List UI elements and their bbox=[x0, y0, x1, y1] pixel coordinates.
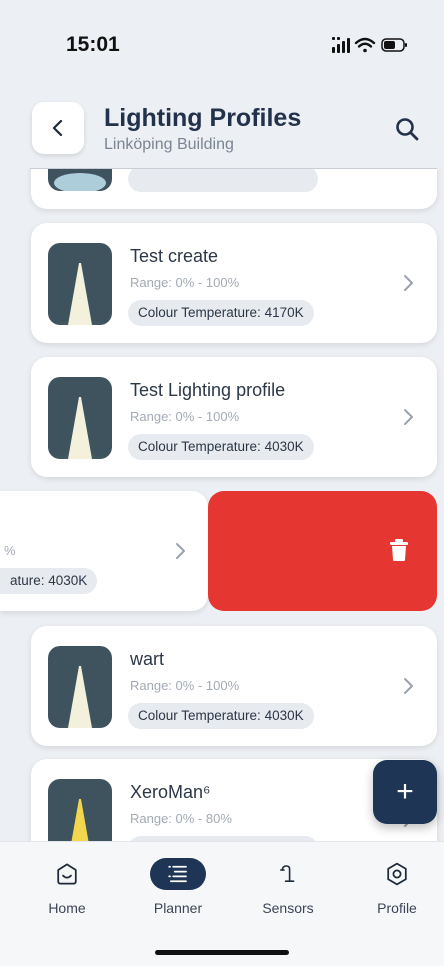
profile-thumbnail bbox=[48, 377, 112, 459]
profile-name: XeroMan⁶ bbox=[130, 782, 211, 802]
tab-home[interactable]: Home bbox=[22, 858, 112, 928]
status-icons bbox=[332, 37, 407, 53]
profile-temp-badge: Colour Temperature: 4030K bbox=[128, 434, 314, 460]
chevron-right-icon bbox=[176, 543, 185, 559]
profile-card[interactable]: wart Range: 0% - 100% Colour Temperature… bbox=[31, 626, 437, 746]
home-icon bbox=[57, 863, 77, 885]
profile-thumbnail bbox=[48, 779, 112, 841]
wifi-icon bbox=[354, 37, 376, 53]
home-indicator bbox=[155, 950, 289, 955]
profile-range: Range: 0% - 80% bbox=[130, 811, 232, 826]
profile-thumbnail bbox=[48, 646, 112, 728]
add-profile-button[interactable]: + bbox=[373, 760, 437, 824]
profile-card[interactable]: Test create Range: 0% - 100% Colour Temp… bbox=[31, 223, 437, 343]
tab-sensors[interactable]: Sensors bbox=[243, 858, 333, 928]
profile-icon bbox=[387, 862, 407, 886]
tab-label: Home bbox=[48, 900, 86, 916]
profile-thumbnail bbox=[48, 243, 112, 325]
profile-range: Range: 0% - 100% bbox=[130, 409, 240, 424]
search-icon[interactable] bbox=[393, 115, 423, 145]
tab-planner[interactable]: Planner bbox=[133, 858, 223, 928]
battery-icon bbox=[381, 38, 407, 52]
status-bar: 15:01 bbox=[0, 0, 444, 90]
page-title: Lighting Profiles bbox=[104, 104, 302, 132]
tab-label: Sensors bbox=[262, 900, 314, 916]
profile-temp-badge: Colour Temperature: 4170K bbox=[128, 300, 314, 326]
profile-range: % bbox=[4, 543, 16, 558]
tab-label: Planner bbox=[153, 900, 203, 916]
profile-temp-badge: Colour Temperature: 4030K bbox=[128, 703, 314, 729]
tab-profile[interactable]: Profile bbox=[352, 858, 442, 928]
page-subtitle: Linköping Building bbox=[104, 136, 234, 153]
profile-name: Test Lighting profile bbox=[130, 380, 286, 400]
sensors-icon bbox=[280, 865, 295, 882]
profile-card-swiped[interactable]: % ature: 4030K bbox=[0, 491, 208, 611]
trash-icon bbox=[390, 539, 408, 561]
delete-action[interactable] bbox=[208, 491, 437, 611]
tab-label: Profile bbox=[377, 900, 417, 916]
back-button[interactable] bbox=[32, 102, 84, 154]
cellular-signal-icon bbox=[332, 37, 350, 53]
plus-icon: + bbox=[396, 775, 414, 808]
chevron-right-icon bbox=[404, 409, 413, 425]
profile-card-partial[interactable] bbox=[31, 169, 437, 209]
planner-icon bbox=[168, 865, 187, 883]
profile-name: Test create bbox=[130, 246, 219, 266]
profile-card[interactable]: Test Lighting profile Range: 0% - 100% C… bbox=[31, 357, 437, 477]
chevron-left-icon bbox=[52, 119, 63, 137]
profile-range: Range: 0% - 100% bbox=[130, 275, 240, 290]
profile-temp-badge: ature: 4030K bbox=[0, 568, 98, 594]
profile-name: wart bbox=[130, 649, 165, 669]
chevron-right-icon bbox=[404, 275, 413, 291]
profiles-list[interactable]: Test create Range: 0% - 100% Colour Temp… bbox=[0, 169, 444, 841]
profile-temp-badge bbox=[128, 169, 318, 192]
profile-thumbnail bbox=[48, 169, 112, 191]
chevron-right-icon bbox=[404, 678, 413, 694]
status-time: 15:01 bbox=[66, 33, 120, 56]
profile-range: Range: 0% - 100% bbox=[130, 678, 240, 693]
